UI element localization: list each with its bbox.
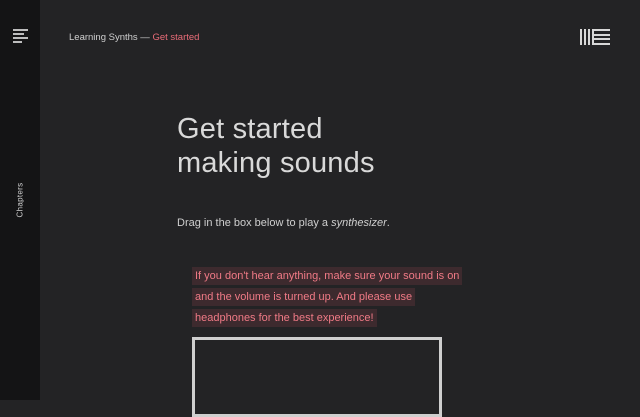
- intro-text-end: .: [386, 217, 390, 229]
- hamburger-menu-icon[interactable]: [13, 29, 28, 43]
- page-title-line-2: making sounds: [177, 147, 375, 179]
- page-title-line-1: Get started: [177, 113, 323, 145]
- intro-text-start: Drag in the box below to play a: [177, 217, 332, 229]
- chapters-toggle[interactable]: Chapters: [16, 183, 25, 218]
- sidebar: Chapters: [0, 0, 40, 400]
- synth-play-area[interactable]: [192, 337, 442, 417]
- page-title: Get started making sounds: [177, 112, 375, 180]
- main-content: Learning Synths — Get started Get starte…: [40, 0, 640, 417]
- intro-text: Drag in the box below to play a synthesi…: [177, 217, 390, 229]
- breadcrumb-current: Get started: [152, 32, 200, 43]
- breadcrumb-parent-link[interactable]: Learning Synths: [69, 32, 138, 43]
- sound-warning-text: If you don't hear anything, make sure yo…: [192, 267, 463, 327]
- intro-emphasis: synthesizer: [331, 217, 387, 229]
- breadcrumb: Learning Synths — Get started: [69, 32, 199, 43]
- ableton-logo-icon[interactable]: [580, 29, 610, 45]
- breadcrumb-separator: —: [137, 32, 153, 43]
- sound-warning-notice: If you don't hear anything, make sure yo…: [192, 266, 463, 329]
